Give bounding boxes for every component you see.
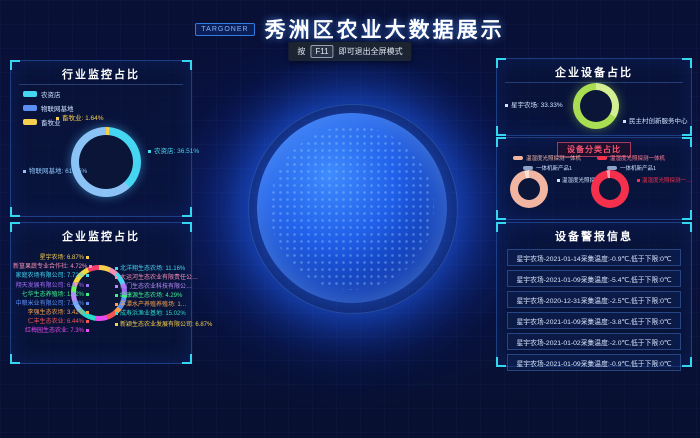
alarm-list: 星宇农场-2021-01-14采集温度:-0.9℃,低于下限:0℃ 星宇农场-2…: [507, 249, 681, 375]
hint-prefix: 按: [297, 46, 305, 57]
slice-label: 中粮米业有限公司: 7.29%: [13, 298, 89, 307]
corner-accent: [682, 126, 692, 136]
panel-title: 行业监控占比: [11, 66, 191, 82]
slice-label: 星宇农场: 33.33%: [505, 99, 563, 109]
industry-legend: 农资店 物联网基地 畜牧业: [23, 89, 74, 131]
slice-label: 星宇农场: 6.87%: [13, 252, 89, 261]
corner-accent: [182, 354, 192, 364]
corner-accent: [496, 357, 506, 367]
panel-device-alarms: 设备警报信息 星宇农场-2021-01-14采集温度:-0.9℃,低于下限:0℃…: [496, 222, 692, 367]
slice-label: 聚门生态农业科技有限公…: [115, 281, 201, 290]
slice-label: 民主村创新服务中心: [623, 115, 688, 125]
panel-device-ratio: 企业设备占比 星宇农场: 33.33% 民主村创新服务中心: [496, 58, 692, 136]
legend-label: 温湿度光照探测一体机: [610, 154, 665, 162]
legend-label: 温湿度光照探测一体机: [526, 154, 581, 162]
legend-label: 一体机新产品1: [620, 164, 656, 172]
legend-item[interactable]: 农资店: [23, 89, 74, 99]
slice-label: 翔天发展有限公司: 6.87%: [13, 280, 89, 289]
panel-title: 企业设备占比: [497, 64, 691, 80]
globe: [257, 113, 447, 303]
panel-industry-ratio: 行业监控占比 农资店 物联网基地 畜牧业 畜牧业: 1.64% 农资店: 36.…: [10, 60, 192, 217]
device-donut-chart: [573, 83, 619, 129]
slice-label: 农资店: 36.51%: [148, 145, 199, 155]
globe-dot-map: [270, 126, 433, 289]
slice-label: 成寿浜渔业基地: 15.02%: [115, 308, 201, 317]
corner-accent: [496, 137, 506, 147]
slice-label: 北洋翔生态农场: 11.16%: [115, 263, 201, 272]
legend-item[interactable]: 温湿度光照探测一体机: [513, 154, 581, 162]
panel-title: 设备警报信息: [497, 228, 691, 244]
alarm-row[interactable]: 星宇农场-2021-01-09采集温度:-3.8℃,低于下限:0℃: [507, 312, 681, 329]
industry-donut-chart: [71, 127, 141, 197]
alarm-row[interactable]: 星宇农场-2020-12-31采集温度:-2.5℃,低于下限:0℃: [507, 291, 681, 308]
legend-label: 农资店: [41, 89, 61, 99]
logo: TARGONER: [195, 23, 254, 36]
slice-label: 大运河生态农业有限责任公…: [115, 272, 201, 281]
corner-accent: [10, 207, 20, 217]
category-left-donut-chart: [510, 170, 548, 208]
hint-suffix: 即可退出全屏模式: [339, 46, 403, 57]
panel-title: 企业监控占比: [11, 228, 191, 244]
panel-enterprise-ratio: 企业监控占比 星宇农场: 6.87% 新篁果蔬专业合作社: 4.72% 家庭农场…: [10, 222, 192, 364]
alarm-row[interactable]: 星宇农场-2021-01-14采集温度:-0.9℃,低于下限:0℃: [507, 249, 681, 266]
page-title: 秀洲区农业大数据展示: [265, 14, 505, 44]
corner-accent: [182, 207, 192, 217]
legend-swatch: [513, 156, 523, 160]
alarm-row[interactable]: 星宇农场-2021-01-02采集温度:-2.0℃,低于下限:0℃: [507, 333, 681, 350]
slice-label: 新颖生态农业发展有限公司: 6.87%: [115, 319, 201, 328]
slice-label: 丰潭水产养殖养殖场: 1…: [115, 299, 201, 308]
corner-accent: [682, 210, 692, 220]
slice-label: 七华生态养殖场: 1.72%: [13, 289, 89, 298]
slice-label: 红梅园生态农业: 7.3%: [13, 325, 89, 334]
slice-label: 畜牧业: 1.64%: [56, 112, 104, 122]
slice-label: 李强生态农场: 3.42%: [13, 307, 89, 316]
legend-swatch: [23, 91, 37, 97]
slice-label: 仁丰生态农业: 6.44%: [13, 316, 89, 325]
panel-device-category-ratio: 设备分类占比 温湿度光照探测一体机 一体机新产品1 温湿度光照探测一… 温湿度光…: [496, 137, 692, 220]
legend-swatch: [23, 105, 37, 111]
header: TARGONER 秀洲区农业大数据展示: [0, 14, 700, 44]
fullscreen-hint: 按 F11 即可退出全屏模式: [288, 42, 411, 61]
category-right-donut-chart: [591, 170, 629, 208]
legend-label: 一体机新产品1: [536, 164, 572, 172]
slice-label: 物联网基地: 61.85%: [23, 165, 87, 175]
corner-accent: [496, 210, 506, 220]
corner-accent: [496, 126, 506, 136]
f11-key-badge: F11: [310, 45, 333, 58]
legend-swatch: [597, 156, 607, 160]
slice-label: 温湿度光照探测一…: [637, 176, 692, 184]
slice-label: 家庭农场有限公司: 7.72%: [13, 270, 89, 279]
divider: [19, 84, 183, 85]
corner-accent: [682, 357, 692, 367]
slice-label: 绿康源生态农场: 4.29%: [115, 290, 201, 299]
corner-accent: [10, 354, 20, 364]
dashboard-screen: TARGONER 秀洲区农业大数据展示 按 F11 即可退出全屏模式 行业监控占…: [0, 0, 700, 438]
corner-accent: [682, 137, 692, 147]
legend-item[interactable]: 温湿度光照探测一体机: [597, 154, 665, 162]
alarm-row[interactable]: 星宇农场-2021-01-09采集温度:-0.9℃,低于下限:0℃: [507, 354, 681, 371]
alarm-row[interactable]: 星宇农场-2021-01-09采集温度:-5.4℃,低于下限:0℃: [507, 270, 681, 287]
legend-swatch: [23, 119, 37, 125]
slice-label: 新篁果蔬专业合作社: 4.72%: [13, 261, 89, 270]
